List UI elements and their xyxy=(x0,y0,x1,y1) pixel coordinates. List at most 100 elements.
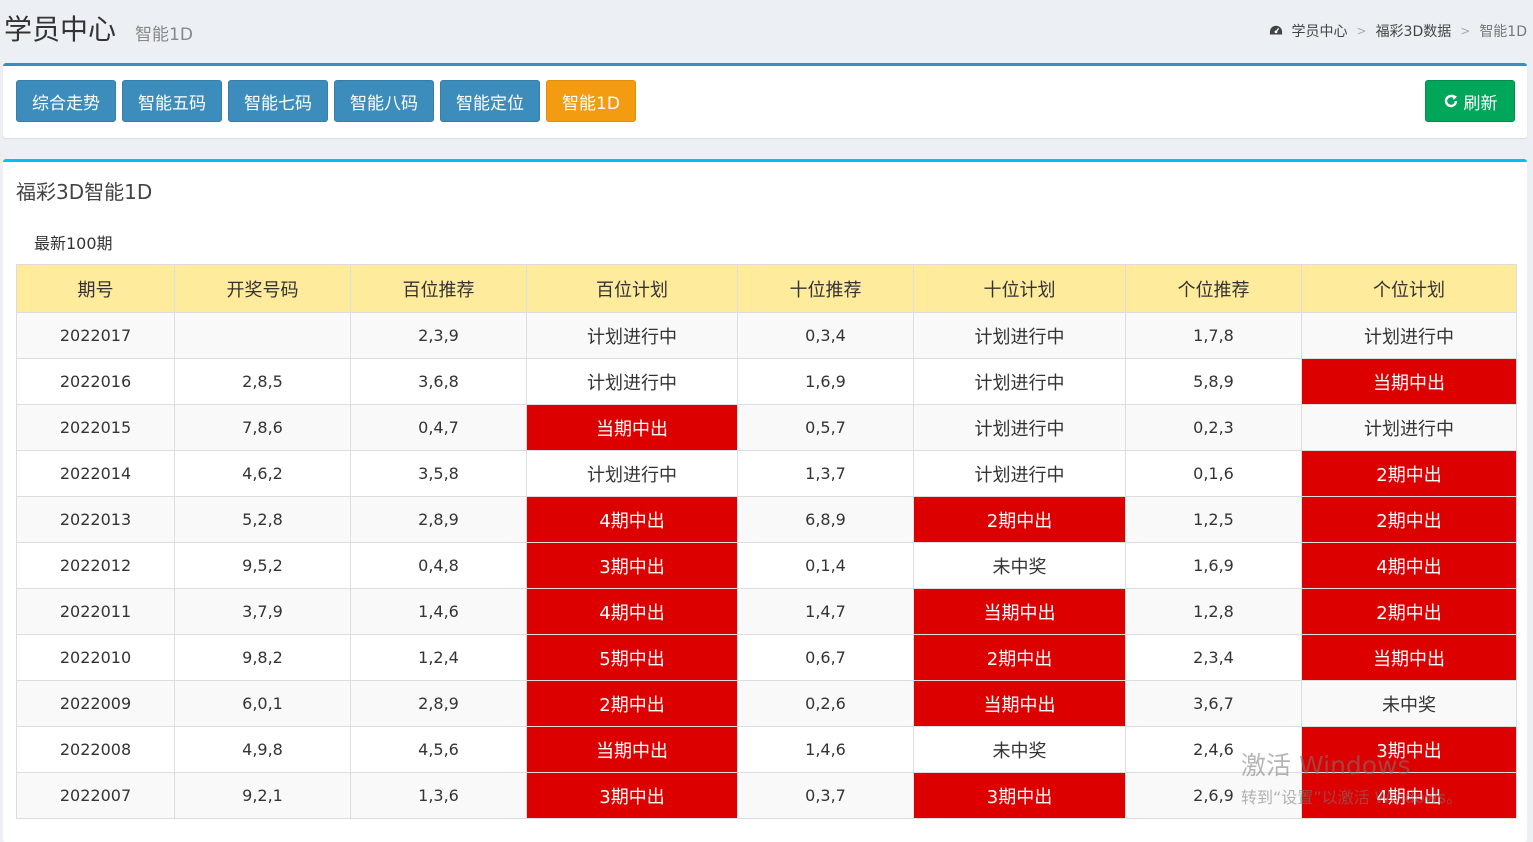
period-cell: 2022017 xyxy=(16,312,175,359)
period-cell: 2022010 xyxy=(16,634,175,681)
hundreds-plan-cell: 当期中出 xyxy=(526,726,738,773)
draw-number-cell: 5,2,8 xyxy=(174,496,351,543)
page-subtitle: 智能1D xyxy=(135,25,193,45)
hundreds-plan-cell: 4期中出 xyxy=(526,496,738,543)
table-header-row: 期号 开奖号码 百位推荐 百位计划 十位推荐 十位计划 个位推荐 个位计划 xyxy=(16,264,1517,313)
hundreds-plan-cell: 计划进行中 xyxy=(526,312,738,359)
draw-number-cell xyxy=(174,312,351,359)
hundreds-pick-cell: 0,4,8 xyxy=(350,542,527,589)
dashboard-icon xyxy=(1269,25,1282,35)
period-cell: 2022008 xyxy=(16,726,175,773)
units-plan-cell: 2期中出 xyxy=(1301,496,1517,543)
breadcrumb-link-3d-data[interactable]: 福彩3D数据 xyxy=(1376,21,1452,41)
five-code-button[interactable]: 智能五码 xyxy=(122,80,222,122)
table-row: 2022009 6,0,1 2,8,9 2期中出 0,2,6 当期中出 3,6,7 未中奖 xyxy=(16,680,1517,727)
tens-plan-cell: 未中奖 xyxy=(913,726,1126,773)
hundreds-plan-cell: 3期中出 xyxy=(526,772,738,819)
units-plan-cell: 计划进行中 xyxy=(1301,404,1517,451)
refresh-icon xyxy=(1444,94,1457,108)
period-cell: 2022014 xyxy=(16,450,175,497)
tens-pick-cell: 1,6,9 xyxy=(737,358,914,405)
table-row: 2022015 7,8,6 0,4,7 当期中出 0,5,7 计划进行中 0,2,3 计划进行… xyxy=(16,404,1517,451)
tens-pick-cell: 0,1,4 xyxy=(737,542,914,589)
period-cell: 2022016 xyxy=(16,358,175,405)
units-plan-cell: 计划进行中 xyxy=(1301,312,1517,359)
refresh-label: 刷新 xyxy=(1463,93,1498,114)
draw-number-cell: 4,6,2 xyxy=(174,450,351,497)
draw-number-cell: 3,7,9 xyxy=(174,588,351,635)
hundreds-plan-cell: 当期中出 xyxy=(526,404,738,451)
units-pick-cell: 0,2,3 xyxy=(1125,404,1302,451)
toolbar-box: 综合走势 智能五码 智能七码 智能八码 智能定位 智能1D 刷新 xyxy=(3,63,1527,138)
hundreds-pick-cell: 4,5,6 xyxy=(350,726,527,773)
table-row: 2022013 5,2,8 2,8,9 4期中出 6,8,9 2期中出 1,2,5 2期中出 xyxy=(16,496,1517,543)
tens-pick-cell: 0,3,7 xyxy=(737,772,914,819)
tens-pick-cell: 0,2,6 xyxy=(737,680,914,727)
tens-pick-cell: 1,4,7 xyxy=(737,588,914,635)
units-plan-cell: 2期中出 xyxy=(1301,450,1517,497)
page-title: 学员中心 xyxy=(4,13,117,46)
hundreds-pick-cell: 2,3,9 xyxy=(350,312,527,359)
column-header-tens-pick: 十位推荐 xyxy=(737,264,914,313)
hundreds-pick-cell: 3,5,8 xyxy=(350,450,527,497)
panel-title: 福彩3D智能1D xyxy=(16,180,153,204)
column-header-period: 期号 xyxy=(16,264,175,313)
table-row: 2022014 4,6,2 3,5,8 计划进行中 1,3,7 计划进行中 0,1,6 2期中… xyxy=(16,450,1517,497)
tens-plan-cell: 当期中出 xyxy=(913,588,1126,635)
hundreds-plan-cell: 计划进行中 xyxy=(526,450,738,497)
column-header-hundreds-pick: 百位推荐 xyxy=(350,264,527,313)
units-pick-cell: 1,6,9 xyxy=(1125,542,1302,589)
tens-pick-cell: 0,5,7 xyxy=(737,404,914,451)
watermark-title: 激活 Windows xyxy=(1241,751,1411,780)
tens-pick-cell: 1,3,7 xyxy=(737,450,914,497)
breadcrumb-link-student-center[interactable]: 学员中心 xyxy=(1292,21,1348,41)
tens-plan-cell: 2期中出 xyxy=(913,496,1126,543)
units-plan-cell: 当期中出 xyxy=(1301,358,1517,405)
hundreds-plan-cell: 计划进行中 xyxy=(526,358,738,405)
hundreds-pick-cell: 3,6,8 xyxy=(350,358,527,405)
units-pick-cell: 0,1,6 xyxy=(1125,450,1302,497)
draw-number-cell: 7,8,6 xyxy=(174,404,351,451)
table-row: 2022017 2,3,9 计划进行中 0,3,4 计划进行中 1,7,8 计划进行中 xyxy=(16,312,1517,359)
tens-plan-cell: 计划进行中 xyxy=(913,450,1126,497)
breadcrumb-current: 智能1D xyxy=(1479,24,1527,40)
draw-number-cell: 2,8,5 xyxy=(174,358,351,405)
table-body: 2022017 2,3,9 计划进行中 0,3,4 计划进行中 1,7,8 计划进行中 202… xyxy=(16,312,1517,819)
results-table: 期号 开奖号码 百位推荐 百位计划 十位推荐 十位计划 个位推荐 个位计划 20… xyxy=(16,264,1517,819)
hundreds-pick-cell: 2,8,9 xyxy=(350,496,527,543)
content-header: 学员中心 智能1D 学员中心 > 福彩3D数据 > 智能1D xyxy=(0,0,1533,62)
period-cell: 2022011 xyxy=(16,588,175,635)
hundreds-pick-cell: 1,2,4 xyxy=(350,634,527,681)
tens-pick-cell: 1,4,6 xyxy=(737,726,914,773)
trend-button[interactable]: 综合走势 xyxy=(16,80,116,122)
hundreds-plan-cell: 3期中出 xyxy=(526,542,738,589)
units-plan-cell: 当期中出 xyxy=(1301,634,1517,681)
seven-code-button[interactable]: 智能七码 xyxy=(228,80,328,122)
hundreds-plan-cell: 2期中出 xyxy=(526,680,738,727)
position-button[interactable]: 智能定位 xyxy=(440,80,540,122)
watermark-text: 转到“设置”以激活 Windows。 xyxy=(1241,788,1463,807)
hundreds-plan-cell: 5期中出 xyxy=(526,634,738,681)
draw-number-cell: 9,5,2 xyxy=(174,542,351,589)
units-plan-cell: 未中奖 xyxy=(1301,680,1517,727)
table-row: 2022011 3,7,9 1,4,6 4期中出 1,4,7 当期中出 1,2,8 2期中出 xyxy=(16,588,1517,635)
draw-number-cell: 4,9,8 xyxy=(174,726,351,773)
units-plan-cell: 2期中出 xyxy=(1301,588,1517,635)
eight-code-button[interactable]: 智能八码 xyxy=(334,80,434,122)
table-row: 2022016 2,8,5 3,6,8 计划进行中 1,6,9 计划进行中 5,8,9 当期中… xyxy=(16,358,1517,405)
toolbar-button-group: 综合走势 智能五码 智能七码 智能八码 智能定位 智能1D xyxy=(16,80,642,122)
windows-activation-watermark: 激活 Windows 转到“设置”以激活 Windows。 xyxy=(1241,746,1462,808)
period-cell: 2022013 xyxy=(16,496,175,543)
smart-1d-button[interactable]: 智能1D xyxy=(546,80,636,122)
column-header-tens-plan: 十位计划 xyxy=(913,264,1126,313)
units-pick-cell: 5,8,9 xyxy=(1125,358,1302,405)
data-panel: 福彩3D智能1D 最新100期 期号 开奖号码 百位推荐 百位计划 十位推荐 十… xyxy=(3,159,1527,842)
units-pick-cell: 1,2,8 xyxy=(1125,588,1302,635)
period-cell: 2022009 xyxy=(16,680,175,727)
breadcrumb-separator: > xyxy=(1460,24,1471,38)
column-header-draw-number: 开奖号码 xyxy=(174,264,351,313)
hundreds-pick-cell: 1,3,6 xyxy=(350,772,527,819)
column-header-hundreds-plan: 百位计划 xyxy=(526,264,738,313)
refresh-button[interactable]: 刷新 xyxy=(1425,80,1515,122)
units-pick-cell: 1,7,8 xyxy=(1125,312,1302,359)
